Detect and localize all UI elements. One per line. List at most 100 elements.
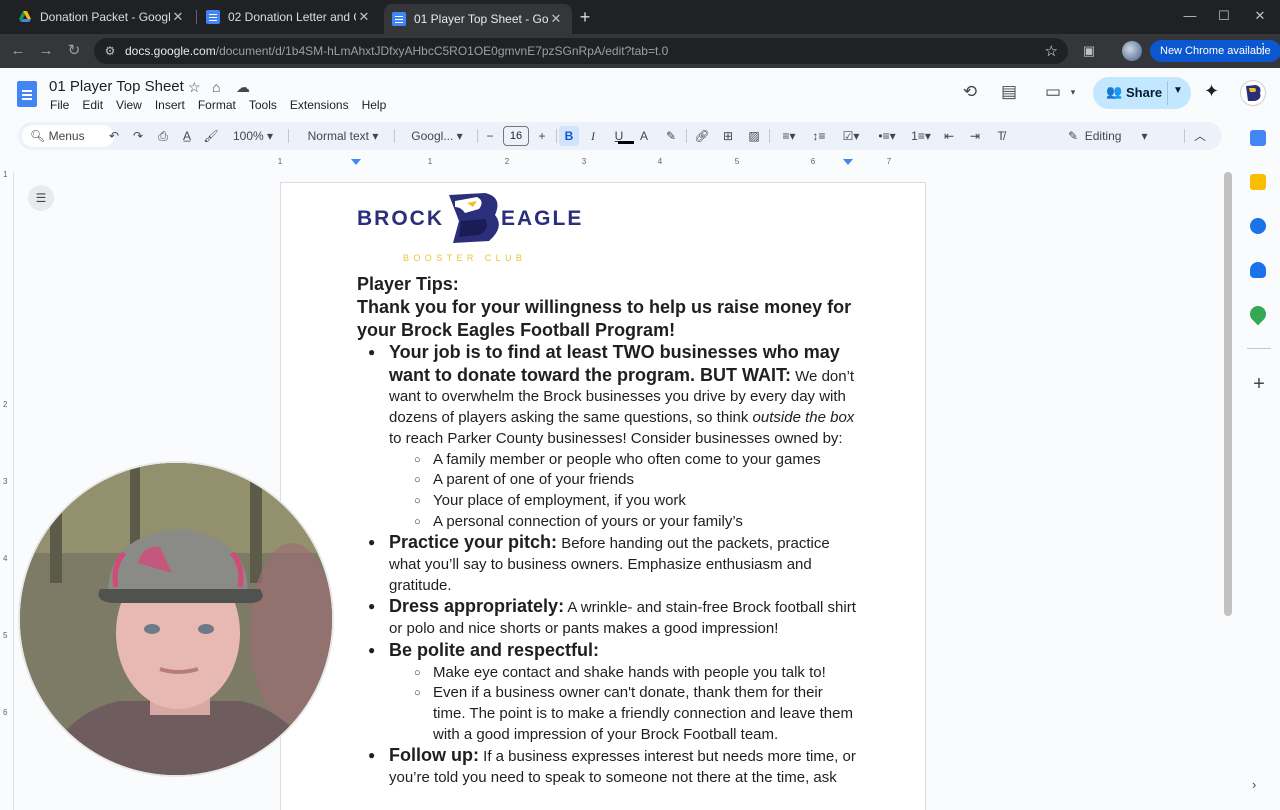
menu-help[interactable]: Help — [362, 98, 387, 112]
address-bar[interactable]: ⚙ docs.google.com/document/d/1b4SM-hLmAh… — [94, 38, 1068, 64]
highlight-icon[interactable]: ✎ — [663, 126, 679, 146]
checklist-icon[interactable]: ☑▾ — [836, 126, 866, 146]
menu-format[interactable]: Format — [198, 98, 236, 112]
toolbar-divider — [1184, 129, 1185, 143]
search-menus-button[interactable]: 🔍︎ Menus — [22, 125, 114, 147]
menu-view[interactable]: View — [116, 98, 142, 112]
star-icon[interactable]: ☆ — [188, 79, 201, 96]
maximize-icon[interactable]: ☐ — [1206, 0, 1242, 32]
add-comment-icon[interactable]: ⊞ — [720, 126, 736, 146]
decrease-font-size-icon[interactable]: − — [482, 126, 498, 146]
docs-header: 01 Player Top Sheet ☆ ⌂ ☁ File Edit View… — [0, 68, 1280, 120]
left-indent-marker[interactable] — [351, 159, 361, 165]
reload-icon[interactable]: ↻ — [62, 40, 86, 62]
text-color-icon[interactable]: A — [636, 126, 652, 146]
bold-icon[interactable]: B — [559, 126, 579, 146]
tab-title: 02 Donation Letter and QR - Go — [228, 10, 356, 24]
document-title[interactable]: 01 Player Top Sheet — [49, 78, 184, 95]
maps-icon[interactable] — [1246, 302, 1270, 326]
menu-extensions[interactable]: Extensions — [290, 98, 349, 112]
sub-bullet: A personal connection of yours or your f… — [357, 512, 857, 533]
ruler-number: 2 — [3, 400, 8, 409]
chevron-right-icon[interactable]: › — [1252, 777, 1256, 792]
bullet-your-job: Your job is to find at least TWO busines… — [357, 342, 857, 450]
tab-close-icon[interactable]: ✕ — [356, 9, 372, 25]
spellcheck-icon[interactable]: A̲ — [179, 126, 195, 146]
browser-tab-player-top-sheet[interactable]: 01 Player Top Sheet - Google D ✕ — [384, 4, 572, 34]
toolbar-divider — [394, 129, 395, 143]
horizontal-ruler[interactable]: 1 1 2 3 4 5 6 7 — [278, 155, 926, 171]
align-icon[interactable]: ≡▾ — [776, 126, 802, 146]
document-body[interactable]: Player Tips: Thank you for your willingn… — [357, 273, 857, 789]
new-tab-button[interactable]: + — [576, 6, 594, 28]
browser-tab-donation-letter[interactable]: 02 Donation Letter and QR - Go ✕ — [198, 4, 380, 30]
document-page[interactable]: BROCK EAGLE BOOSTER CLUB Player Tips: Th… — [280, 182, 926, 810]
comments-icon[interactable]: ▤ — [998, 82, 1020, 102]
bulleted-list-icon[interactable]: •≡▾ — [872, 126, 902, 146]
add-addon-icon[interactable]: + — [1250, 374, 1268, 394]
document-outline-button[interactable]: ☰ — [28, 185, 54, 211]
menu-bar: File Edit View Insert Format Tools Exten… — [50, 98, 399, 112]
search-icon: 🔍︎ — [30, 129, 46, 143]
menu-edit[interactable]: Edit — [82, 98, 103, 112]
keep-icon[interactable] — [1250, 174, 1266, 190]
clear-formatting-icon[interactable]: T̸ — [992, 126, 1010, 146]
italic-icon[interactable]: I — [585, 126, 601, 146]
right-indent-marker[interactable] — [843, 159, 853, 165]
line-spacing-icon[interactable]: ↕≡ — [810, 126, 828, 146]
cloud-saved-icon[interactable]: ☁ — [236, 79, 250, 96]
docs-home-icon[interactable] — [17, 81, 37, 107]
site-settings-icon[interactable]: ⚙ — [102, 43, 118, 59]
gemini-sparkle-icon[interactable]: ✦ — [1204, 81, 1219, 102]
bullet-lead: Your job is to find at least TWO busines… — [389, 342, 840, 385]
back-icon[interactable]: ← — [6, 40, 30, 62]
toolbar-divider — [288, 129, 289, 143]
vertical-scrollbar[interactable] — [1224, 172, 1232, 616]
print-icon[interactable]: ⎙ — [155, 126, 171, 146]
font-size-input[interactable]: 16 — [503, 126, 529, 146]
tasks-icon[interactable] — [1250, 218, 1266, 234]
chevron-down-icon[interactable]: ▾ — [1062, 87, 1084, 98]
tab-search-icon[interactable]: ▣ — [1078, 40, 1100, 62]
forward-icon[interactable]: → — [34, 40, 58, 62]
ruler-number: 3 — [581, 157, 587, 166]
insert-image-icon[interactable]: ▨ — [746, 126, 762, 146]
search-menus-label: Menus — [48, 129, 85, 143]
link-icon[interactable]: 🔗︎ — [694, 126, 710, 146]
google-drive-icon — [19, 11, 31, 22]
paragraph-style-select[interactable]: Normal text ▾ — [300, 126, 386, 146]
chrome-menu-icon[interactable]: ⋮ — [1256, 40, 1270, 57]
menu-tools[interactable]: Tools — [249, 98, 277, 112]
meet-camera-icon[interactable]: ▭ — [1042, 82, 1064, 102]
tab-close-icon[interactable]: ✕ — [548, 11, 564, 27]
font-select[interactable]: Googl... ▾ — [404, 126, 470, 146]
vertical-ruler: 1 2 3 4 5 6 — [0, 170, 14, 810]
increase-indent-icon[interactable]: ⇥ — [966, 126, 984, 146]
chevron-down-icon[interactable]: ▼ — [1173, 85, 1183, 96]
share-button[interactable]: 👥 Share ▼ — [1093, 77, 1191, 109]
tab-close-icon[interactable]: ✕ — [170, 9, 186, 25]
profile-avatar[interactable] — [1122, 41, 1142, 61]
menu-file[interactable]: File — [50, 98, 69, 112]
account-logo-icon[interactable] — [1240, 80, 1266, 106]
calendar-icon[interactable] — [1250, 130, 1266, 146]
version-history-icon[interactable]: ⟲ — [959, 82, 981, 102]
undo-icon[interactable]: ↶ — [106, 126, 122, 146]
browser-tab-drive[interactable]: Donation Packet - Google Drive ✕ — [10, 4, 194, 30]
paint-format-icon[interactable]: 🖌︎ — [203, 126, 219, 146]
zoom-select[interactable]: 100% ▾ — [230, 126, 276, 146]
minimize-icon[interactable]: — — [1172, 0, 1208, 32]
decrease-indent-icon[interactable]: ⇤ — [940, 126, 958, 146]
move-folder-icon[interactable]: ⌂ — [212, 79, 220, 95]
google-docs-icon — [392, 12, 406, 26]
editing-mode-select[interactable]: ✎ Editing ▾ — [1068, 126, 1168, 146]
bookmark-star-icon[interactable]: ☆ — [1045, 42, 1058, 60]
collapse-menus-icon[interactable]: ︿ — [1192, 126, 1208, 146]
increase-font-size-icon[interactable]: + — [534, 126, 550, 146]
menu-insert[interactable]: Insert — [155, 98, 185, 112]
contacts-icon[interactable] — [1250, 262, 1266, 278]
redo-icon[interactable]: ↷ — [130, 126, 146, 146]
ruler-number: 3 — [3, 477, 8, 486]
close-window-icon[interactable]: ✕ — [1242, 0, 1278, 32]
numbered-list-icon[interactable]: 1≡▾ — [906, 126, 936, 146]
